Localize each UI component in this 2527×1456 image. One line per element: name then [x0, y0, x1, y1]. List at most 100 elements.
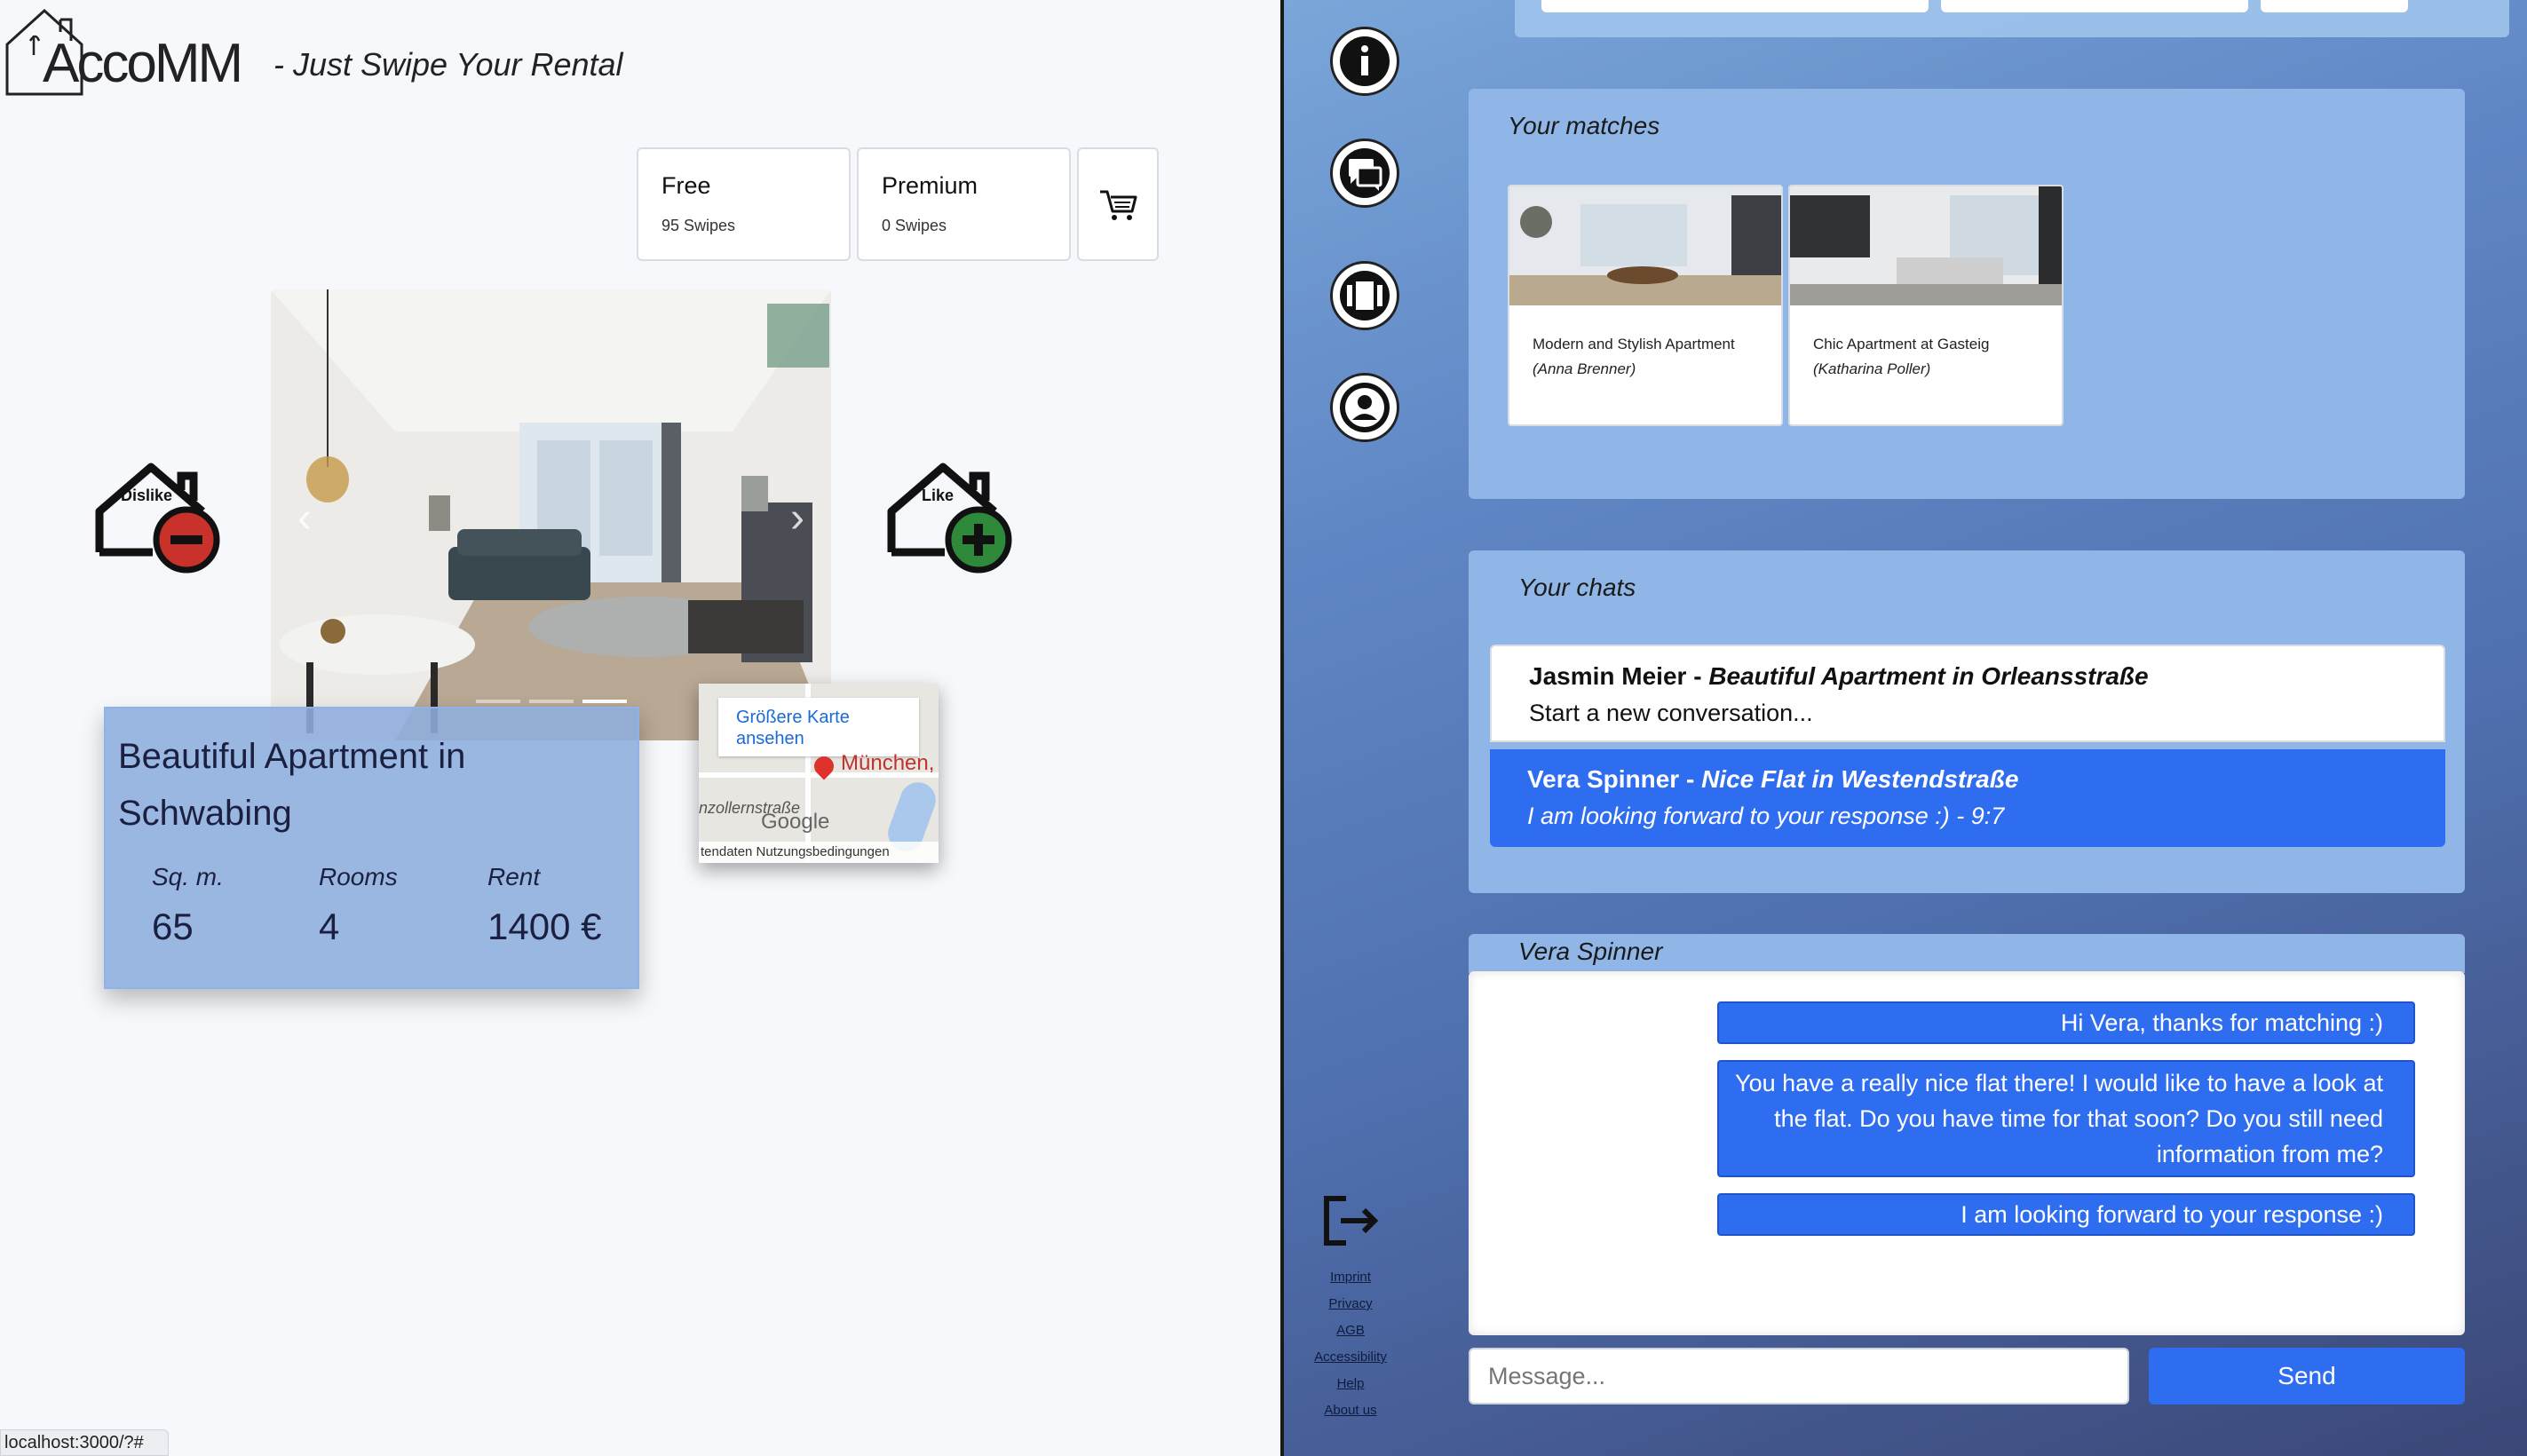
- carousel-icon: [1340, 271, 1390, 320]
- stat-rooms: Rooms 4: [319, 863, 398, 948]
- match-card[interactable]: Modern and Stylish Apartment (Anna Brenn…: [1508, 185, 1783, 426]
- filter-field[interactable]: [1941, 0, 2248, 12]
- swipe-view-button[interactable]: [1330, 261, 1399, 330]
- plan-name: Free: [661, 172, 711, 199]
- matches-title: Your matches: [1508, 112, 1660, 139]
- google-logo: Google: [761, 810, 830, 834]
- location-minimap[interactable]: Größere Karte ansehen München, nzollerns…: [699, 684, 939, 863]
- chat-item[interactable]: Jasmin Meier - Beautiful Apartment in Or…: [1490, 645, 2445, 742]
- chat-separator: -: [1693, 662, 1709, 690]
- logout-button[interactable]: [1319, 1190, 1382, 1252]
- message-input[interactable]: [1469, 1348, 2129, 1405]
- match-owner: (Katharina Poller): [1813, 360, 1931, 377]
- photo-next-button[interactable]: ›: [790, 494, 804, 542]
- match-photo-image: [1790, 186, 2062, 305]
- photo-dot-active[interactable]: [582, 700, 627, 703]
- cart-button[interactable]: [1077, 147, 1159, 261]
- photo-prev-button[interactable]: ‹: [297, 494, 312, 542]
- footer-link-accessibility[interactable]: Accessibility: [1284, 1344, 1417, 1371]
- footer-link-help[interactable]: Help: [1284, 1371, 1417, 1397]
- chat-header: Jasmin Meier - Beautiful Apartment in Or…: [1529, 662, 2406, 691]
- match-card[interactable]: Chic Apartment at Gasteig (Katharina Pol…: [1788, 185, 2064, 426]
- profile-icon: [1340, 383, 1390, 432]
- tagline: - Just Swipe Your Rental: [273, 46, 623, 83]
- photo-dot[interactable]: [475, 700, 520, 703]
- conversation-header: Vera Spinner: [1469, 934, 2465, 973]
- match-caption: Modern and Stylish Apartment (Anna Brenn…: [1509, 305, 1781, 408]
- footer-link-privacy[interactable]: Privacy: [1284, 1291, 1417, 1318]
- stat-value: 1400 €: [487, 906, 602, 947]
- match-photo: [1790, 186, 2062, 305]
- match-owner: (Anna Brenner): [1533, 360, 1636, 377]
- chat-listing-name: Beautiful Apartment in Orleansstraße: [1708, 662, 2149, 690]
- chat-header: Vera Spinner - Nice Flat in Westendstraß…: [1527, 765, 2408, 794]
- cart-icon: [1100, 190, 1137, 220]
- stat-label: Rent: [487, 863, 541, 890]
- plan-swipes: 0 Swipes: [882, 217, 947, 234]
- chats-button[interactable]: [1330, 138, 1399, 208]
- footer-link-imprint[interactable]: Imprint: [1284, 1264, 1417, 1291]
- chats-panel: Your chats Jasmin Meier - Beautiful Apar…: [1469, 550, 2465, 893]
- stat-label: Sq. m.: [152, 863, 224, 890]
- match-title: Chic Apartment at Gasteig: [1813, 336, 1990, 352]
- photo-dot[interactable]: [528, 700, 574, 703]
- listing-photo[interactable]: ‹ ›: [271, 289, 831, 740]
- chat-separator: -: [1685, 765, 1702, 793]
- footer-link-agb[interactable]: AGB: [1284, 1318, 1417, 1344]
- chat-item-active[interactable]: Vera Spinner - Nice Flat in Westendstraß…: [1490, 749, 2445, 847]
- footer-link-about[interactable]: About us: [1284, 1397, 1417, 1424]
- matches-panel: Your matches Modern and Stylish Apartmen…: [1469, 89, 2465, 499]
- like-button[interactable]: Like: [881, 444, 1014, 577]
- plan-free-button[interactable]: Free 95 Swipes: [637, 147, 851, 261]
- match-photo: [1509, 186, 1781, 305]
- plan-premium-button[interactable]: Premium 0 Swipes: [857, 147, 1071, 261]
- stat-value: 65: [152, 906, 194, 947]
- chats-icon: [1340, 148, 1390, 198]
- plan-name: Premium: [882, 172, 978, 199]
- dislike-button[interactable]: Dislike: [89, 444, 222, 577]
- dislike-label: Dislike: [121, 487, 173, 504]
- listing-title: Beautiful Apartment in Schwabing: [118, 737, 466, 833]
- apartment-photo: [271, 289, 831, 740]
- matches-pane: Imprint Privacy AGB Accessibility Help A…: [1284, 0, 2527, 1456]
- send-button[interactable]: Send: [2149, 1348, 2465, 1405]
- status-bar-url: localhost:3000/?#: [0, 1429, 169, 1456]
- message-bubble: You have a really nice flat there! I wou…: [1717, 1060, 2415, 1177]
- conversation-messages[interactable]: Hi Vera, thanks for matching :) You have…: [1469, 971, 2465, 1335]
- message-bubble: I am looking forward to your response :): [1717, 1193, 2415, 1236]
- footer-links: Imprint Privacy AGB Accessibility Help A…: [1284, 1264, 1417, 1424]
- stat-size: Sq. m. 65: [152, 863, 224, 948]
- listing-info-card: Beautiful Apartment in Schwabing Sq. m. …: [104, 707, 639, 989]
- chat-listing-name: Nice Flat in Westendstraße: [1701, 765, 2019, 793]
- match-caption: Chic Apartment at Gasteig (Katharina Pol…: [1790, 305, 2062, 408]
- photo-badge-logo: [767, 304, 829, 368]
- match-photo-image: [1509, 186, 1781, 305]
- filter-field[interactable]: [1541, 0, 1929, 12]
- info-icon: [1340, 36, 1390, 86]
- stat-rent: Rent 1400 €: [487, 863, 601, 948]
- chats-title: Your chats: [1518, 574, 1636, 601]
- logout-icon: [1324, 1196, 1379, 1246]
- like-label: Like: [922, 487, 955, 504]
- app-logo[interactable]: AccoMM: [4, 5, 243, 98]
- map-footer[interactable]: tendaten Nutzungsbedingungen: [699, 842, 939, 863]
- stat-value: 4: [319, 906, 340, 947]
- map-city-label: München,: [841, 751, 935, 775]
- logo-text: AccoMM: [43, 33, 243, 94]
- chat-partner-name: Jasmin Meier: [1529, 662, 1687, 690]
- house-minus-icon: [95, 463, 220, 574]
- message-bubble: Hi Vera, thanks for matching :): [1717, 1001, 2415, 1044]
- plan-swipes: 95 Swipes: [661, 217, 736, 234]
- stat-label: Rooms: [319, 863, 398, 890]
- match-title: Modern and Stylish Apartment: [1533, 336, 1735, 352]
- house-plus-icon: [887, 463, 1012, 574]
- chat-last-message: I am looking forward to your response :)…: [1527, 803, 2005, 829]
- chat-partner-name: Vera Spinner: [1527, 765, 1680, 793]
- conversation-partner: Vera Spinner: [1518, 938, 1663, 965]
- profile-button[interactable]: [1330, 373, 1399, 442]
- swipe-pane: AccoMM - Just Swipe Your Rental Free 95 …: [0, 0, 1280, 1456]
- filter-panel-edge: [1515, 0, 2509, 37]
- filter-field[interactable]: [2261, 0, 2408, 12]
- larger-map-link[interactable]: Größere Karte ansehen: [718, 698, 919, 756]
- info-button[interactable]: [1330, 27, 1399, 96]
